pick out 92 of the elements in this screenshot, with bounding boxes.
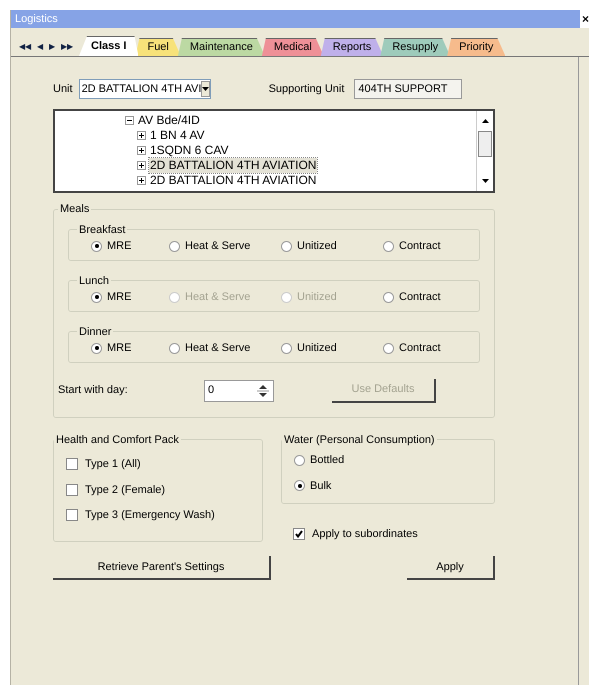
caret-icon — [201, 81, 210, 97]
radio-option[interactable]: Bulk — [294, 478, 494, 494]
radio-label: MRE — [107, 239, 132, 254]
radio-button[interactable] — [169, 240, 180, 252]
radio-label: Unitized — [297, 239, 337, 254]
supporting-unit-field[interactable]: 404TH SUPPORT — [354, 79, 462, 99]
radio-button[interactable] — [383, 240, 394, 252]
group-title: Water (Personal Consumption) — [283, 432, 436, 448]
tab-nav-button[interactable]: ◀◀ — [19, 41, 31, 53]
radio-button[interactable] — [383, 342, 394, 354]
radio-option[interactable]: Contract — [383, 238, 457, 254]
radio-label: Bulk — [310, 478, 332, 494]
radio-option[interactable]: Bottled — [294, 452, 494, 468]
radio-button[interactable] — [169, 342, 180, 354]
group-title: Breakfast — [78, 222, 126, 238]
start-day-label: Start with day: — [58, 383, 129, 398]
radio-button[interactable] — [91, 292, 102, 303]
checkbox-option[interactable]: Type 1 (All) — [66, 456, 262, 472]
radio-option[interactable]: Contract — [383, 340, 457, 356]
apply-button[interactable]: Apply — [407, 556, 495, 580]
checkbox-option[interactable]: Type 2 (Female) — [66, 482, 262, 498]
radio-label: Heat & Serve — [185, 341, 250, 356]
checkbox[interactable] — [66, 509, 78, 522]
radio-option[interactable]: MRE — [91, 238, 169, 254]
radio-button[interactable] — [91, 342, 102, 354]
radio-option[interactable]: MRE — [91, 289, 169, 306]
radio-button[interactable] — [281, 342, 292, 354]
supporting-unit-label: Supporting Unit — [268, 82, 344, 97]
radio-label: MRE — [107, 341, 132, 356]
tree-item[interactable]: AV Bde/4ID — [137, 113, 201, 128]
radio-label: Unitized — [297, 290, 337, 305]
scrollbar[interactable] — [476, 111, 493, 191]
unit-label: Unit — [53, 82, 73, 97]
tab[interactable]: Medical — [262, 38, 324, 56]
collapse-icon[interactable] — [125, 116, 134, 125]
scroll-up-icon[interactable] — [482, 119, 488, 123]
checkbox-label: Type 2 (Female) — [85, 482, 166, 498]
radio-option[interactable]: Unitized — [281, 238, 383, 254]
radio-button[interactable] — [91, 240, 102, 252]
group-title: Health and Comfort Pack — [55, 432, 180, 448]
scroll-down-icon[interactable] — [482, 179, 488, 183]
radio-button[interactable] — [294, 454, 305, 466]
tree-item[interactable]: 2D BATTALION 4TH AVIATION — [149, 158, 318, 173]
window-title: Logistics — [15, 12, 58, 27]
tab[interactable]: Class I — [79, 36, 138, 56]
radio-button[interactable] — [383, 292, 394, 303]
tab[interactable]: Fuel — [135, 38, 181, 56]
radio-label: Unitized — [297, 341, 337, 356]
spinner-arrows-icon — [256, 382, 270, 398]
checkbox-option[interactable]: Type 3 (Emergency Wash) — [66, 507, 262, 524]
radio-option[interactable]: Heat & Serve — [169, 238, 281, 254]
group-title: Meals — [59, 202, 90, 217]
close-button[interactable]: × — [580, 10, 589, 28]
tree-item[interactable]: 1 BN 4 AV — [149, 128, 206, 143]
radio-button[interactable] — [281, 240, 292, 252]
tree-item[interactable]: 1SQDN 6 CAV — [149, 143, 230, 158]
radio-label: Contract — [399, 290, 441, 305]
tree-item[interactable]: 2D BATTALION 4TH AVIATION — [149, 173, 318, 188]
retrieve-settings-button[interactable]: Retrieve Parent's Settings — [53, 556, 271, 580]
group-title: Lunch — [78, 274, 110, 288]
radio-label: Heat & Serve — [185, 290, 250, 305]
tab[interactable]: Reports — [320, 38, 384, 56]
checkbox[interactable] — [66, 484, 78, 496]
day-spinner[interactable]: 0 — [204, 380, 274, 402]
expand-icon[interactable] — [137, 131, 146, 140]
radio-button[interactable] — [294, 480, 305, 492]
radio-label: Contract — [399, 239, 441, 254]
checkbox-label: Apply to subordinates — [312, 526, 418, 542]
expand-icon[interactable] — [137, 161, 146, 170]
tab-nav-button[interactable]: ◀ — [37, 41, 43, 53]
tab[interactable]: Priority — [447, 38, 506, 56]
tab[interactable]: Resupply — [380, 38, 450, 56]
checkbox[interactable] — [293, 528, 305, 540]
checkbox[interactable] — [66, 458, 78, 470]
unit-dropdown[interactable]: 2D BATTALION 4TH AVI — [78, 79, 211, 99]
tab[interactable]: Maintenance — [178, 38, 265, 56]
radio-option[interactable]: Heat & Serve — [169, 340, 281, 356]
radio-label: MRE — [107, 290, 132, 305]
radio-option[interactable]: Unitized — [281, 340, 383, 356]
radio-label: Heat & Serve — [185, 239, 250, 254]
radio-label: Bottled — [310, 453, 344, 468]
radio-option[interactable]: Contract — [383, 289, 457, 306]
group-title: Dinner — [78, 324, 112, 340]
tab-nav-button[interactable]: ▶▶ — [61, 41, 73, 53]
checkbox-option[interactable]: Apply to subordinates — [293, 526, 495, 542]
checkbox-label: Type 1 (All) — [85, 457, 141, 472]
checkbox-label: Type 3 (Emergency Wash) — [85, 508, 215, 523]
radio-option[interactable]: MRE — [91, 340, 169, 356]
expand-icon[interactable] — [137, 146, 146, 155]
radio-label: Contract — [399, 341, 441, 356]
tab-nav-button[interactable]: ▶ — [49, 41, 55, 53]
expand-icon[interactable] — [137, 176, 146, 185]
